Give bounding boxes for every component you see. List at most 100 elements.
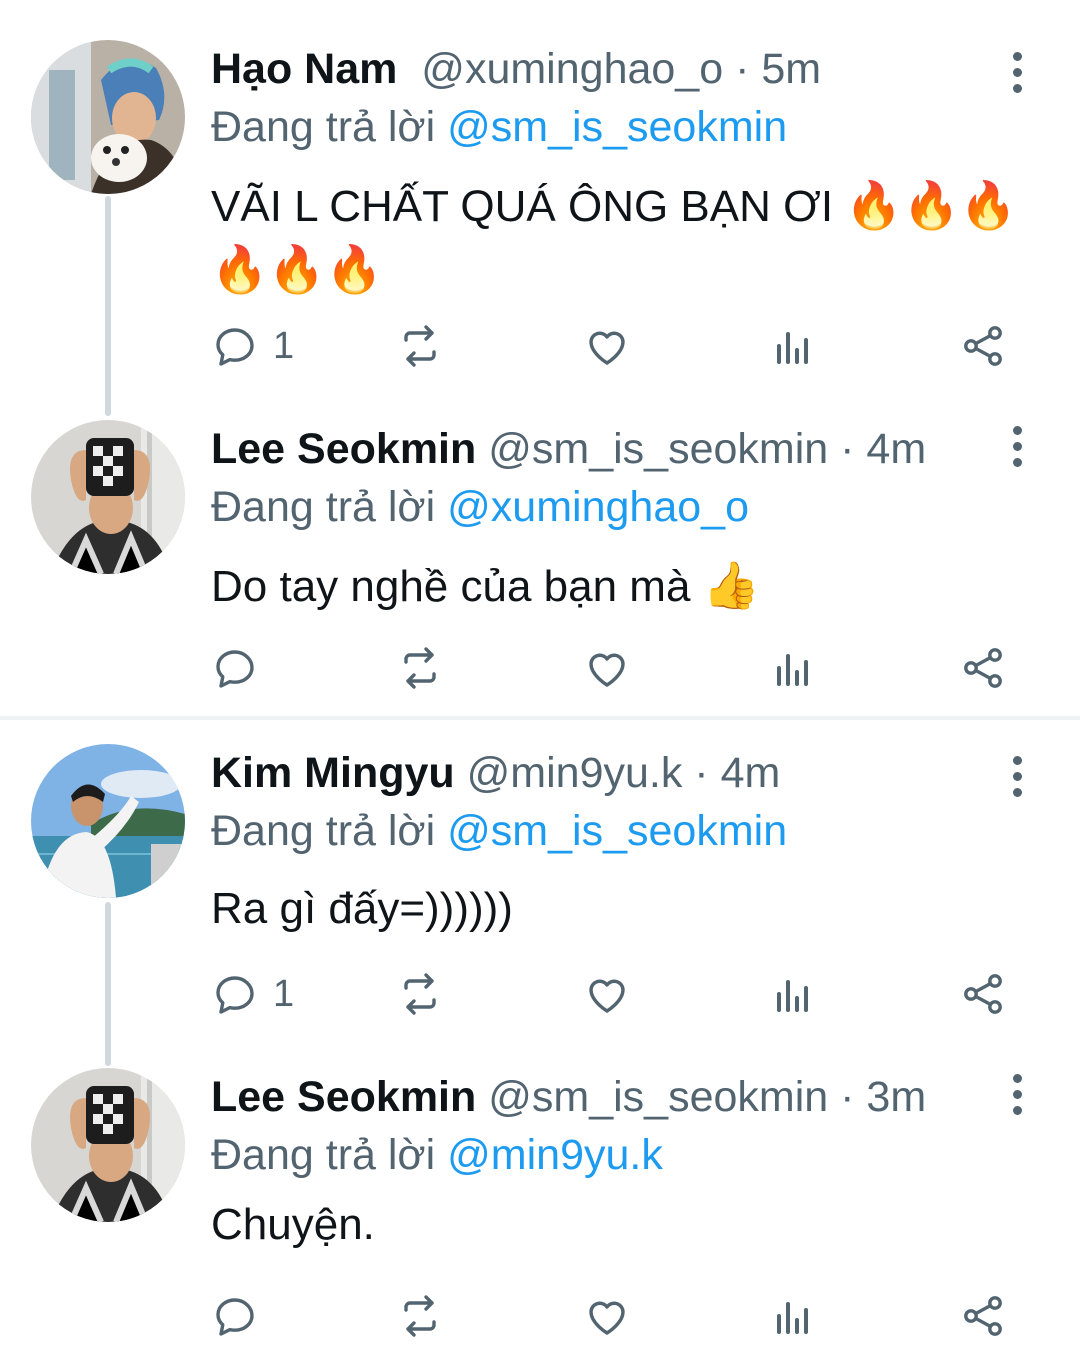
tweet-text: Chuyện.	[211, 1194, 1035, 1256]
retweet-button[interactable]	[396, 964, 444, 1024]
tweet-time[interactable]: 4m	[721, 749, 781, 797]
avatar[interactable]	[31, 420, 185, 574]
share-icon	[964, 326, 1002, 366]
thread-line	[105, 196, 111, 416]
separator-dot: ·	[735, 45, 750, 93]
like-button[interactable]	[583, 638, 631, 698]
avatar-image	[31, 744, 185, 898]
reply-button[interactable]	[211, 638, 273, 698]
separator-dot: ·	[840, 425, 855, 473]
tweet-time[interactable]: 3m	[866, 1073, 926, 1121]
user-name[interactable]: Lee Seokmin	[211, 425, 476, 473]
retweet-button[interactable]	[396, 316, 444, 376]
avatar[interactable]	[31, 744, 185, 898]
more-options-icon[interactable]	[1002, 52, 1032, 96]
share-icon	[964, 1296, 1002, 1336]
heart-icon	[589, 653, 625, 687]
more-options-icon[interactable]	[1002, 1074, 1032, 1118]
retweet-icon	[404, 1295, 436, 1337]
separator-dot: ·	[694, 749, 709, 797]
replying-to: Đang trả lời @xuminghao_o	[211, 478, 749, 536]
more-options-icon[interactable]	[1002, 426, 1032, 470]
share-icon	[964, 974, 1002, 1014]
tweet-body: Ra gì đấy=))))))	[211, 884, 513, 933]
tweet-header: Hạo Nam @xuminghao_o · 5m	[211, 40, 990, 98]
reply-count: 1	[273, 972, 295, 1015]
replying-label: Đang trả lời	[211, 483, 436, 531]
reply-button[interactable]	[211, 1286, 273, 1346]
reply-count: 1	[273, 324, 295, 367]
tweet-header: Kim Mingyu @min9yu.k · 4m	[211, 744, 990, 802]
avatar[interactable]	[31, 40, 185, 194]
user-name[interactable]: Hạo Nam	[211, 45, 397, 93]
reply-mention[interactable]: @sm_is_seokmin	[447, 807, 787, 855]
analytics-icon	[777, 980, 808, 1012]
user-name[interactable]: Kim Mingyu	[211, 749, 455, 797]
fire-emoji: 🔥🔥🔥	[845, 179, 1018, 231]
replying-label: Đang trả lời	[211, 1131, 436, 1179]
user-handle[interactable]: @min9yu.k	[467, 749, 683, 797]
avatar[interactable]	[31, 1068, 185, 1222]
tweet-actions: 1	[211, 316, 1031, 376]
share-button[interactable]	[959, 638, 1007, 698]
share-icon	[964, 648, 1002, 688]
analytics-icon	[777, 332, 808, 364]
tweet-time[interactable]: 4m	[866, 425, 926, 473]
tweet-text: VÃI L CHẤT QUÁ ÔNG BẠN ƠI 🔥🔥🔥 🔥🔥🔥	[211, 174, 1035, 302]
tweet-header: Lee Seokmin @sm_is_seokmin · 3m	[211, 1068, 990, 1126]
analytics-button[interactable]	[769, 316, 817, 376]
tweet-body: VÃI L CHẤT QUÁ ÔNG BẠN ƠI	[211, 182, 834, 231]
user-name[interactable]: Lee Seokmin	[211, 1073, 476, 1121]
analytics-button[interactable]	[769, 1286, 817, 1346]
heart-icon	[589, 331, 625, 365]
replying-to: Đang trả lời @sm_is_seokmin	[211, 98, 787, 156]
more-options-icon[interactable]	[1002, 756, 1032, 800]
tweet-time[interactable]: 5m	[761, 45, 821, 93]
separator-dot: ·	[840, 1073, 855, 1121]
tweet-actions	[211, 638, 1031, 698]
avatar-image	[31, 40, 185, 194]
replying-label: Đang trả lời	[211, 807, 436, 855]
retweet-button[interactable]	[396, 1286, 444, 1346]
heart-icon	[589, 979, 625, 1013]
replying-to: Đang trả lời @min9yu.k	[211, 1126, 663, 1184]
replying-to: Đang trả lời @sm_is_seokmin	[211, 802, 787, 860]
tweet-body: Chuyện.	[211, 1200, 375, 1249]
reply-mention[interactable]: @min9yu.k	[447, 1131, 663, 1179]
user-handle[interactable]: @sm_is_seokmin	[488, 425, 828, 473]
handle-text: @xuminghao_o	[421, 45, 724, 93]
analytics-button[interactable]	[769, 964, 817, 1024]
user-handle[interactable]: @sm_is_seokmin	[488, 1073, 828, 1121]
retweet-button[interactable]	[396, 638, 444, 698]
replying-label: Đang trả lời	[211, 103, 436, 151]
retweet-icon	[404, 973, 436, 1015]
like-button[interactable]	[583, 316, 631, 376]
comment-icon	[216, 328, 254, 366]
retweet-icon	[404, 647, 436, 689]
share-button[interactable]	[959, 1286, 1007, 1346]
tweet-text: Do tay nghề của bạn mà 👍	[211, 554, 1035, 618]
like-button[interactable]	[583, 964, 631, 1024]
tweet-actions	[211, 1286, 1031, 1346]
reply-mention[interactable]: @xuminghao_o	[447, 483, 749, 531]
tweet-body: Do tay nghề của bạn mà	[211, 562, 691, 611]
thread-line	[105, 902, 111, 1066]
share-button[interactable]	[959, 316, 1007, 376]
reply-mention[interactable]: @sm_is_seokmin	[447, 103, 787, 151]
retweet-icon	[404, 325, 436, 367]
comment-icon	[216, 650, 254, 688]
avatar-image	[31, 420, 185, 574]
avatar-image	[31, 1068, 185, 1222]
reply-button[interactable]: 1	[211, 316, 294, 376]
heart-icon	[589, 1301, 625, 1335]
analytics-button[interactable]	[769, 638, 817, 698]
fire-emoji: 🔥🔥🔥	[211, 243, 383, 295]
share-button[interactable]	[959, 964, 1007, 1024]
thread-divider	[0, 716, 1080, 720]
like-button[interactable]	[583, 1286, 631, 1346]
tweet-actions: 1	[211, 964, 1031, 1024]
thumbs-up-emoji: 👍	[702, 559, 760, 611]
comment-icon	[216, 1298, 254, 1336]
user-handle[interactable]: @xuminghao_o	[409, 45, 723, 93]
reply-button[interactable]: 1	[211, 964, 294, 1024]
